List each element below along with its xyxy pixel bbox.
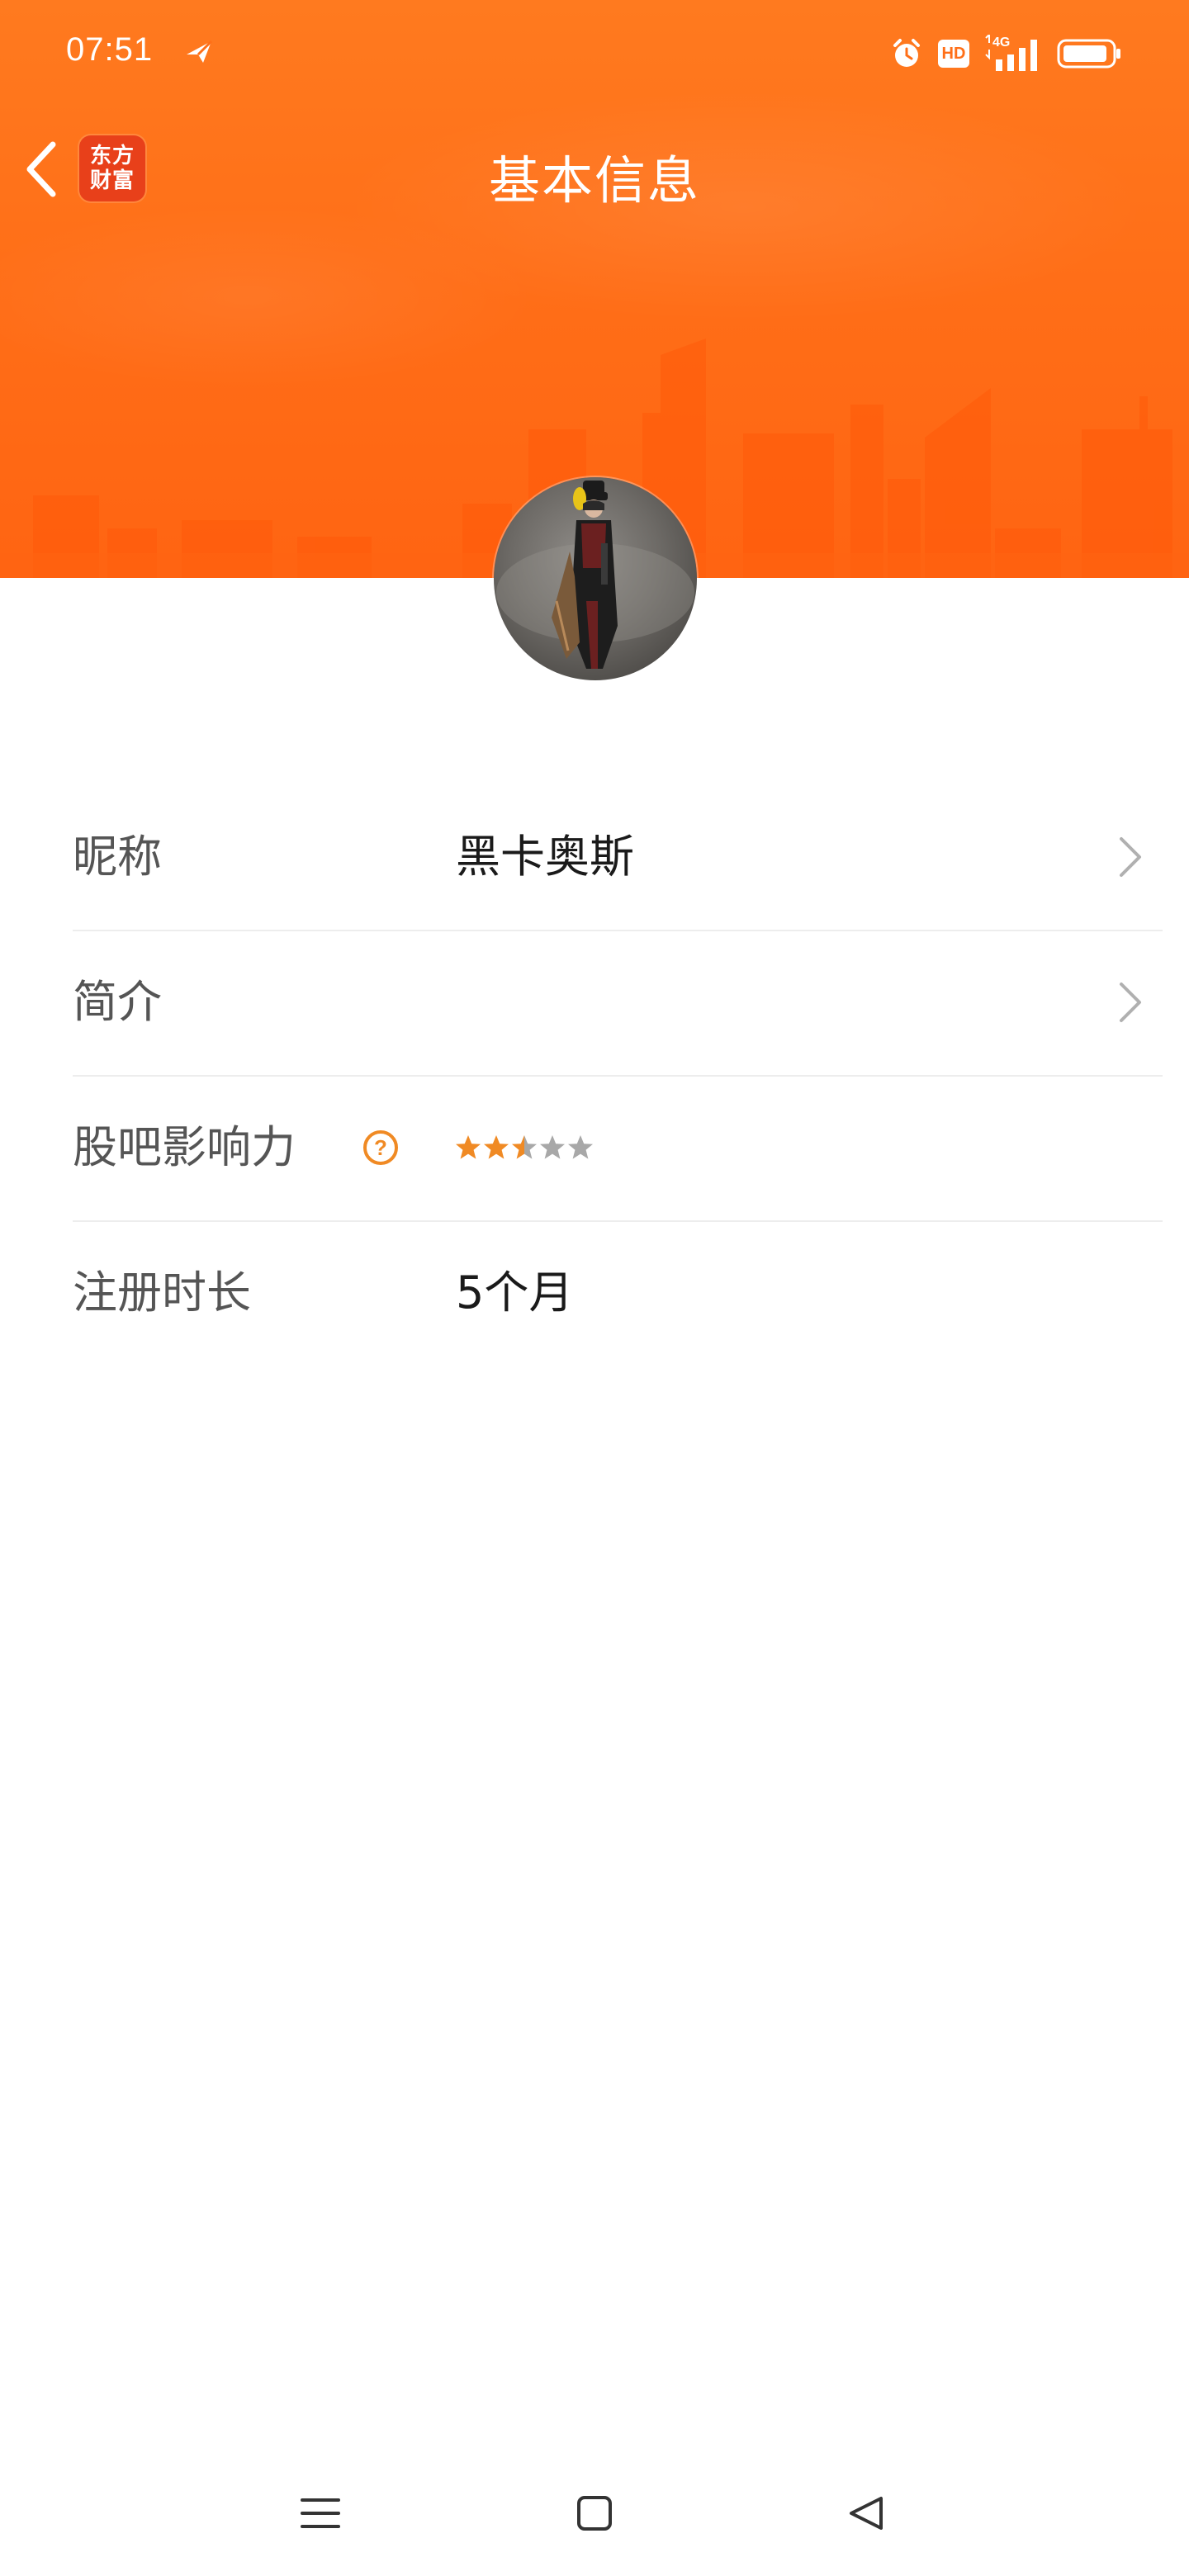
intro-row[interactable]: 简介	[73, 931, 1163, 1077]
home-square-icon	[577, 2496, 612, 2531]
registration-row: 注册时长 5个月	[73, 1222, 1163, 1366]
system-navigation-bar	[0, 2444, 1189, 2576]
nickname-row[interactable]: 昵称 黑卡奥斯	[73, 786, 1163, 931]
star-icon	[484, 1135, 509, 1159]
send-icon	[187, 40, 213, 63]
status-time: 07:51	[66, 31, 154, 68]
menu-button[interactable]	[287, 2480, 353, 2546]
intro-label: 简介	[73, 976, 162, 1028]
question-circle-icon[interactable]: ?	[362, 1129, 400, 1167]
profile-page: 07:51 HD 4G 东方 财富 基本信息 昵称 黑卡奥斯 简介 股吧影响力 …	[0, 0, 1189, 2576]
avatar-image	[496, 481, 694, 669]
back-triangle-icon	[850, 2497, 883, 2530]
battery-icon	[1057, 39, 1120, 69]
signal-icon: 4G	[985, 35, 1037, 71]
page-title: 基本信息	[488, 150, 700, 211]
home-button[interactable]	[561, 2480, 628, 2546]
star-icon	[540, 1135, 565, 1159]
svg-text:?: ?	[374, 1135, 387, 1160]
alarm-icon	[893, 39, 920, 67]
registration-label: 注册时长	[73, 1267, 251, 1319]
influence-rating	[454, 1077, 594, 1219]
status-bar: 07:51 HD 4G	[0, 0, 1189, 107]
star-icon	[456, 1135, 481, 1159]
star-icon	[568, 1135, 593, 1159]
chevron-right-icon	[1120, 837, 1141, 877]
registration-value: 5个月	[456, 1267, 574, 1319]
status-icons: HD 4G	[890, 33, 1123, 74]
nickname-label: 昵称	[73, 831, 162, 883]
menu-icon	[301, 2498, 340, 2528]
nickname-value: 黑卡奥斯	[456, 831, 634, 883]
svg-text:4G: 4G	[992, 36, 1010, 50]
influence-label: 股吧影响力	[73, 1121, 296, 1173]
star-icon	[512, 1135, 537, 1159]
avatar[interactable]	[494, 477, 697, 680]
back-nav-button[interactable]	[832, 2480, 898, 2546]
influence-row: 股吧影响力 ?	[73, 1077, 1163, 1222]
hd-icon: HD	[938, 40, 969, 68]
info-list: 昵称 黑卡奥斯 简介 股吧影响力 ? 注册时长 5个月	[73, 786, 1163, 1366]
chevron-right-icon	[1120, 983, 1141, 1022]
